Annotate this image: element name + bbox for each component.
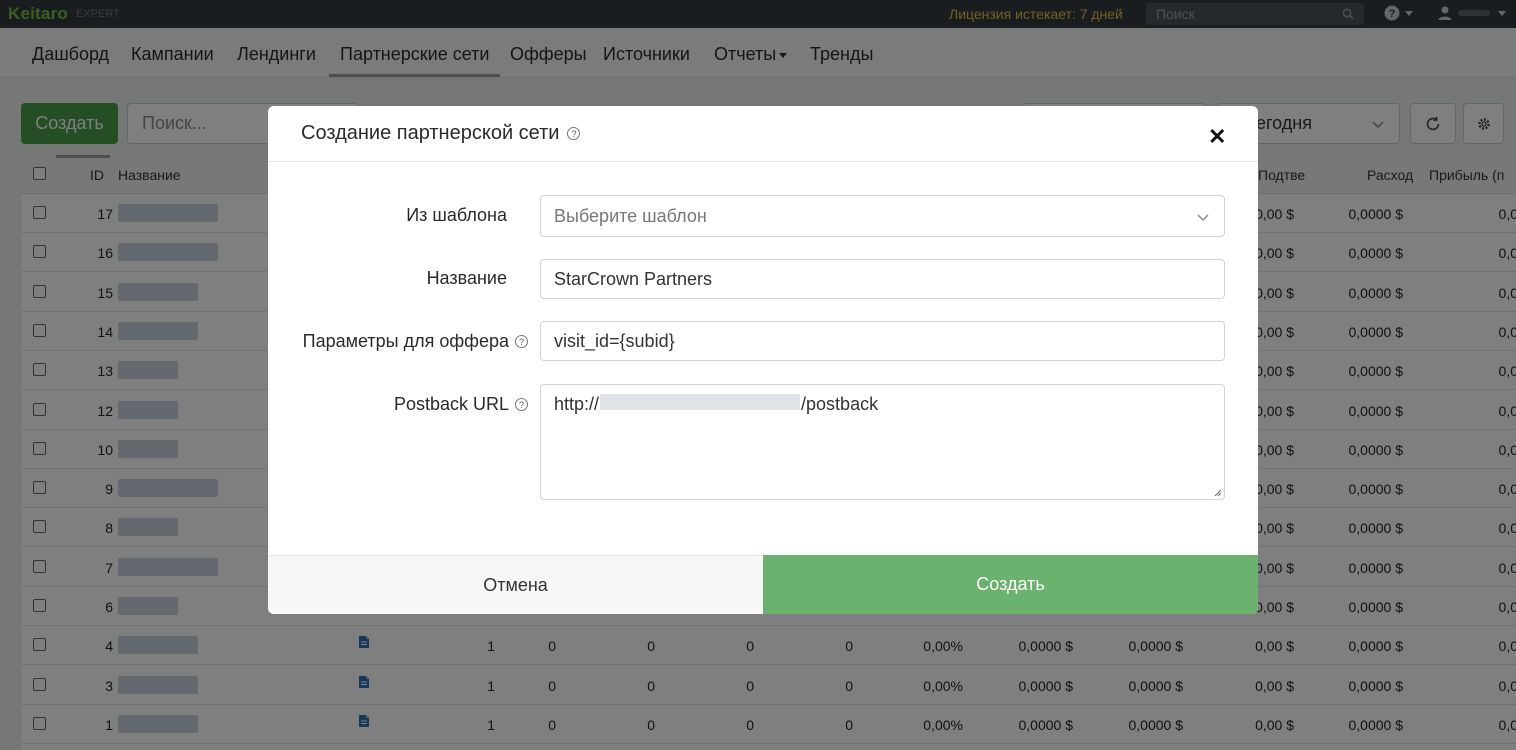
template-placeholder: Выберите шаблон bbox=[554, 205, 707, 226]
help-icon[interactable]: ? bbox=[515, 398, 528, 411]
modal-title: Создание партнерской сети ? bbox=[301, 122, 581, 145]
name-label: Название bbox=[427, 268, 507, 289]
modal-footer: Отмена Создать bbox=[268, 555, 1258, 614]
params-input[interactable]: visit_id={subid} bbox=[540, 321, 1225, 361]
name-value: StarCrown Partners bbox=[554, 268, 713, 289]
template-label: Из шаблона bbox=[406, 205, 507, 226]
template-label-text: Из шаблона bbox=[406, 205, 507, 225]
postback-prefix: http:// bbox=[554, 394, 600, 414]
close-button[interactable]: ✕ bbox=[1208, 124, 1226, 150]
name-label-text: Название bbox=[426, 268, 507, 288]
name-input[interactable]: StarCrown Partners bbox=[540, 259, 1225, 299]
modal-title-text: Создание партнерской сети bbox=[301, 122, 560, 144]
help-icon[interactable]: ? bbox=[567, 127, 581, 140]
cancel-button[interactable]: Отмена bbox=[268, 555, 763, 614]
template-select[interactable]: Выберите шаблон bbox=[540, 195, 1225, 237]
postback-suffix: /postback bbox=[801, 394, 879, 414]
postback-label-text: Postback URL bbox=[393, 394, 509, 414]
resize-handle-icon[interactable] bbox=[1214, 489, 1222, 497]
chevron-down-icon bbox=[1197, 214, 1209, 222]
modal-divider bbox=[268, 161, 1258, 162]
redacted-host bbox=[600, 394, 801, 410]
params-label-text: Параметры для оффера bbox=[302, 331, 509, 351]
params-value: visit_id={subid} bbox=[554, 330, 675, 351]
submit-create-button[interactable]: Создать bbox=[763, 555, 1258, 614]
help-icon[interactable]: ? bbox=[515, 335, 528, 348]
postback-label: Postback URL ? bbox=[394, 394, 528, 415]
create-network-modal: Создание партнерской сети ? ✕ Из шаблона… bbox=[268, 106, 1258, 614]
params-label: Параметры для оффера ? bbox=[303, 331, 528, 352]
postback-url-textarea[interactable]: http:// /postback bbox=[540, 384, 1225, 500]
